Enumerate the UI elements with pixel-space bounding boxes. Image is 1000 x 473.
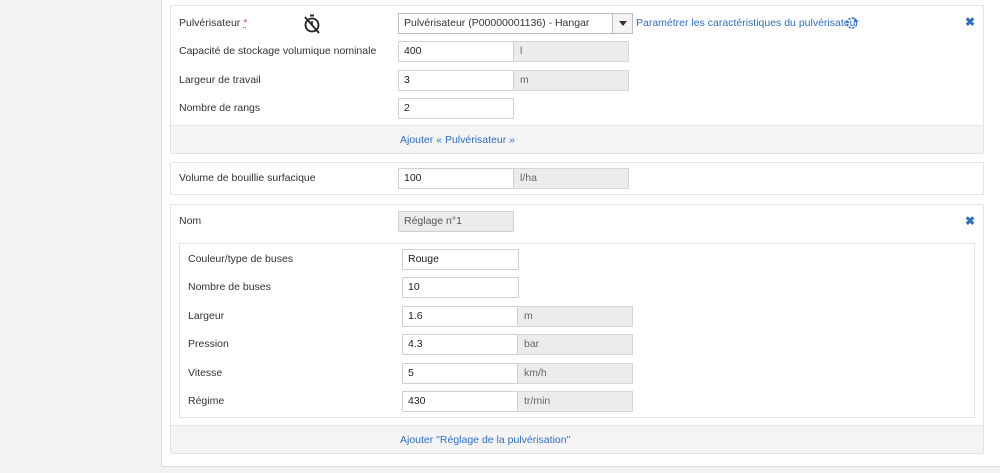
refresh-icon[interactable] [845,16,859,30]
storage-capacity-input[interactable]: 400 [398,41,514,62]
stopwatch-off-icon[interactable] [303,14,321,34]
add-spray-setting-link[interactable]: Ajouter "Réglage de la pulvérisation" [400,434,570,446]
spray-setting-card: Nom Réglage n°1 ✖ Couleur/type de buses … [170,204,984,454]
unit-label: l/ha [514,168,629,189]
pressure-input[interactable]: 4.3 [402,334,518,355]
engine-speed-input[interactable]: 430 [402,391,518,412]
caret-down-icon[interactable] [612,14,632,33]
add-sprayer-link[interactable]: Ajouter « Pulvérisateur » [400,134,515,146]
volume-card: Volume de bouillie surfacique 100 l/ha [170,162,984,195]
unit-label: m [518,306,633,327]
field-label: Pression [188,338,229,350]
speed-input[interactable]: 5 [402,363,518,384]
setting-name-input[interactable]: Réglage n°1 [398,211,514,232]
required-mark: * [243,17,248,29]
nozzle-type-input[interactable]: Rouge [402,249,519,270]
unit-label: m [514,70,629,91]
unit-label: tr/min [518,391,633,412]
working-width-input[interactable]: 3 [398,70,514,91]
configure-sprayer-link[interactable]: Paramétrer les caractéristiques du pulvé… [636,17,859,29]
field-label: Régime [188,395,225,407]
field-label: Nombre de rangs [179,102,261,114]
sprayer-select-value: Pulvérisateur (P00000001136) - Hangar [404,17,590,29]
sprayer-card-footer: Ajouter « Pulvérisateur » [171,125,983,153]
nozzle-settings-panel: Couleur/type de buses Rouge Nombre de bu… [179,243,975,418]
row-count-input[interactable]: 2 [398,98,514,119]
volume-input[interactable]: 100 [398,168,514,189]
field-label: Capacité de stockage volumique nominale [179,45,377,57]
setting-card-footer: Ajouter "Réglage de la pulvérisation" [171,425,983,453]
field-label: Largeur de travail [179,74,261,86]
name-label: Nom [179,215,202,227]
field-label: Largeur [188,310,225,322]
nozzle-count-input[interactable]: 10 [402,277,519,298]
sprayer-label: Pulvérisateur * [179,17,248,29]
width-input[interactable]: 1.6 [402,306,518,327]
sprayer-select[interactable]: Pulvérisateur (P00000001136) - Hangar [398,13,633,34]
unit-label: l [514,41,629,62]
unit-label: bar [518,334,633,355]
unit-label: km/h [518,363,633,384]
volume-label: Volume de bouillie surfacique [179,172,316,184]
remove-setting-close-icon[interactable]: ✖ [965,214,975,228]
field-label: Vitesse [188,367,223,379]
remove-sprayer-close-icon[interactable]: ✖ [965,15,975,29]
sprayer-card: Pulvérisateur * Pulvérisateur (P00000001… [170,5,984,154]
field-label: Nombre de buses [188,281,271,293]
field-label: Couleur/type de buses [188,253,294,265]
